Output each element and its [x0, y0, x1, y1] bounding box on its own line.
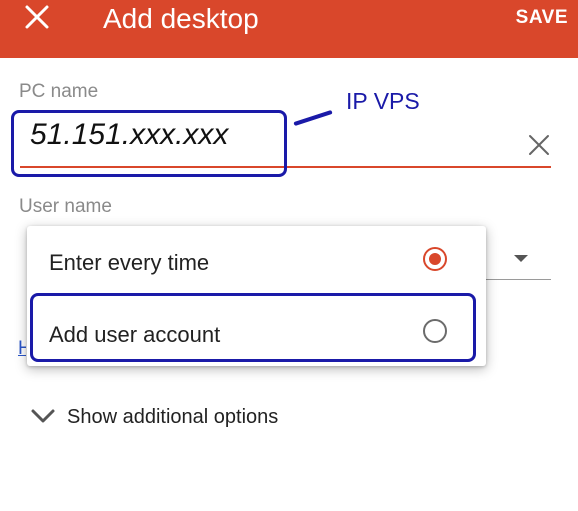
- app-bar: Add desktop SAVE: [0, 0, 578, 58]
- chevron-down-icon: [31, 409, 55, 423]
- annotation-box-pc-name: [11, 110, 287, 177]
- user-name-underline: [483, 279, 551, 280]
- clear-icon[interactable]: [527, 133, 551, 157]
- radio-selected-icon[interactable]: [423, 247, 447, 271]
- close-icon[interactable]: [24, 4, 50, 30]
- menu-option-label: Enter every time: [49, 250, 210, 275]
- partially-hidden-link[interactable]: H: [18, 338, 26, 360]
- page-title: Add desktop: [103, 3, 259, 34]
- dropdown-arrow-icon[interactable]: [514, 255, 528, 262]
- annotation-label: IP VPS: [346, 88, 420, 114]
- annotation-box-add-user: [30, 293, 476, 362]
- menu-option-enter-every-time[interactable]: Enter every time: [27, 226, 486, 296]
- user-name-label: User name: [19, 196, 112, 217]
- save-button[interactable]: SAVE: [516, 7, 568, 29]
- pc-name-label: PC name: [19, 81, 99, 102]
- show-additional-options-label: Show additional options: [67, 406, 279, 428]
